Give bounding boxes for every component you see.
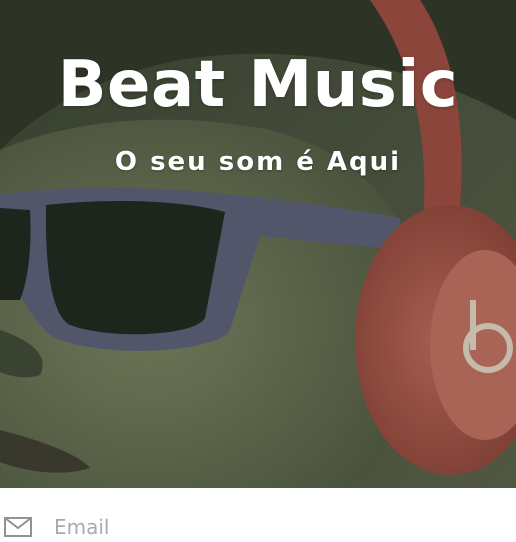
app-title: Beat Music <box>57 48 459 122</box>
email-field[interactable] <box>54 515 354 539</box>
app-subtitle: O seu som é Aqui <box>114 147 402 177</box>
login-form <box>0 488 516 539</box>
hero-banner: Beat Music O seu som é Aqui <box>0 0 516 488</box>
mail-icon <box>0 515 36 539</box>
email-row[interactable] <box>0 512 516 542</box>
